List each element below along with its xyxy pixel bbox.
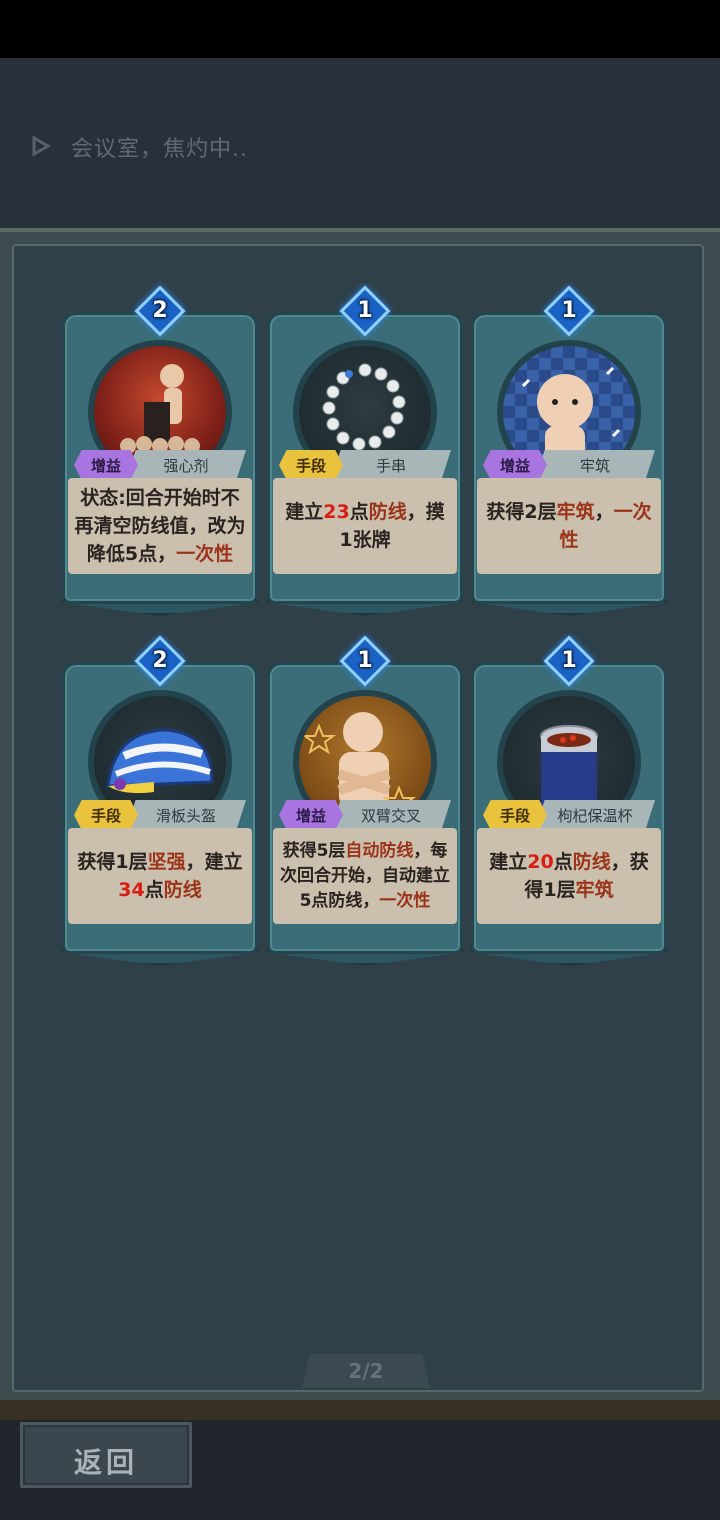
- diamond-cost-icon: 2: [134, 285, 186, 337]
- diamond-cost-icon: 1: [543, 635, 595, 687]
- back-button-label: 返回: [73, 1446, 138, 1479]
- card-type-tag: 增益: [74, 450, 138, 480]
- card-type: 手段: [499, 806, 530, 825]
- card-type: 手段: [295, 456, 326, 475]
- keyword-highlight: 坚强: [147, 851, 186, 873]
- card-name-plate: 枸杞保温杯: [535, 800, 655, 830]
- card-type: 手段: [90, 806, 121, 825]
- card-huaban-toukui[interactable]: 2 滑板头盔 手段 获得1层坚强，建立 34点防线: [62, 635, 258, 972]
- card-type: 增益: [90, 456, 121, 475]
- description-text: 获得5层: [282, 840, 346, 861]
- keyword-highlight: 一次性: [379, 890, 431, 911]
- card-description: 获得5层自动防线，每次回合开始，自动建立5点防线，一次性: [279, 839, 451, 914]
- diamond-cost-icon: 1: [339, 285, 391, 337]
- keyword-highlight: 一次性: [176, 543, 234, 565]
- card-type-tag: 增益: [279, 800, 343, 830]
- keyword-highlight: 牢筑: [575, 879, 614, 901]
- card-name: 强心剂: [163, 456, 209, 475]
- card-type-tag: 手段: [483, 800, 547, 830]
- description-text: 建立: [285, 501, 324, 523]
- description-text: 点: [553, 851, 573, 873]
- card-name: 牢筑: [579, 456, 610, 475]
- card-description: 获得1层坚强，建立 34点防线: [74, 848, 246, 904]
- status-bar-area: [0, 0, 720, 58]
- play-icon: [32, 135, 52, 157]
- card-type-tag: 手段: [74, 800, 138, 830]
- description-text: 点: [349, 501, 369, 523]
- keyword-highlight: 20: [527, 851, 554, 873]
- card-qiangxinji[interactable]: 2 强心剂 增益 状态:回合开始时不再清空防线值，改为降低5点，一次性: [62, 285, 258, 622]
- card-type: 增益: [499, 456, 530, 475]
- card-name-plate: 强心剂: [126, 450, 246, 480]
- card-description-box: 获得1层坚强，建立 34点防线: [68, 828, 252, 924]
- card-description: 状态:回合开始时不再清空防线值，改为降低5点，一次性: [74, 484, 246, 568]
- card-name: 滑板头盔: [155, 806, 216, 825]
- keyword-highlight: 牢筑: [556, 501, 595, 523]
- card-description-box: 状态:回合开始时不再清空防线值，改为降低5点，一次性: [68, 478, 252, 574]
- keyword-highlight: 防线: [572, 851, 611, 873]
- card-description: 建立23点防线，摸1张牌: [279, 498, 451, 554]
- diamond-cost-icon: 1: [543, 285, 595, 337]
- card-description-box: 建立23点防线，摸1张牌: [273, 478, 457, 574]
- footer-strip: [0, 1400, 720, 1420]
- card-type-tag: 手段: [279, 450, 343, 480]
- card-description: 建立20点防线，获得1层牢筑: [483, 848, 655, 904]
- card-laozhu[interactable]: 1 牢筑 增益 获得2层牢筑，一次性: [471, 285, 667, 622]
- page-indicator-label: 2/2: [348, 1359, 384, 1383]
- card-type: 增益: [295, 806, 326, 825]
- card-type-tag: 增益: [483, 450, 547, 480]
- card-description: 获得2层牢筑，一次性: [483, 498, 655, 554]
- back-button[interactable]: 返回: [20, 1422, 192, 1488]
- description-text: 建立: [489, 851, 528, 873]
- card-shouchuan[interactable]: 1 手串 手段 建立23点防线，摸1张牌: [267, 285, 463, 622]
- description-text: 点: [144, 879, 164, 901]
- card-name-plate: 滑板头盔: [126, 800, 246, 830]
- card-name: 双臂交叉: [360, 806, 421, 825]
- card-name: 枸杞保温杯: [557, 806, 633, 825]
- description-text: 获得1层: [77, 851, 148, 873]
- keyword-highlight: 防线: [368, 501, 407, 523]
- card-description-box: 获得5层自动防线，每次回合开始，自动建立5点防线，一次性: [273, 828, 457, 924]
- keyword-highlight: 防线: [163, 879, 202, 901]
- description-text: 获得2层: [486, 501, 557, 523]
- diamond-cost-icon: 2: [134, 635, 186, 687]
- card-description-box: 获得2层牢筑，一次性: [477, 478, 661, 574]
- keyword-highlight: 23: [323, 501, 350, 523]
- keyword-highlight: 34: [118, 879, 145, 901]
- keyword-highlight: 自动防线: [345, 840, 414, 861]
- card-name-plate: 双臂交叉: [331, 800, 451, 830]
- card-shuangbi-jiaocha[interactable]: 1 双臂交叉 增益 获得5层自动防线，每次回合开始，自动建立5点防线，一次性: [267, 635, 463, 972]
- card-name: 手串: [375, 456, 406, 475]
- description-text: ，: [594, 501, 614, 523]
- page-indicator: 2/2: [302, 1354, 430, 1388]
- diamond-cost-icon: 1: [339, 635, 391, 687]
- card-name-plate: 牢筑: [535, 450, 655, 480]
- description-text: ，建立: [185, 851, 243, 873]
- card-gouqi-baowenbei[interactable]: 1 枸杞保温杯 手段 建立20点防线，获得1层牢筑: [471, 635, 667, 972]
- card-description-box: 建立20点防线，获得1层牢筑: [477, 828, 661, 924]
- status-text: 会议室，焦灼中..: [71, 137, 248, 162]
- card-name-plate: 手串: [331, 450, 451, 480]
